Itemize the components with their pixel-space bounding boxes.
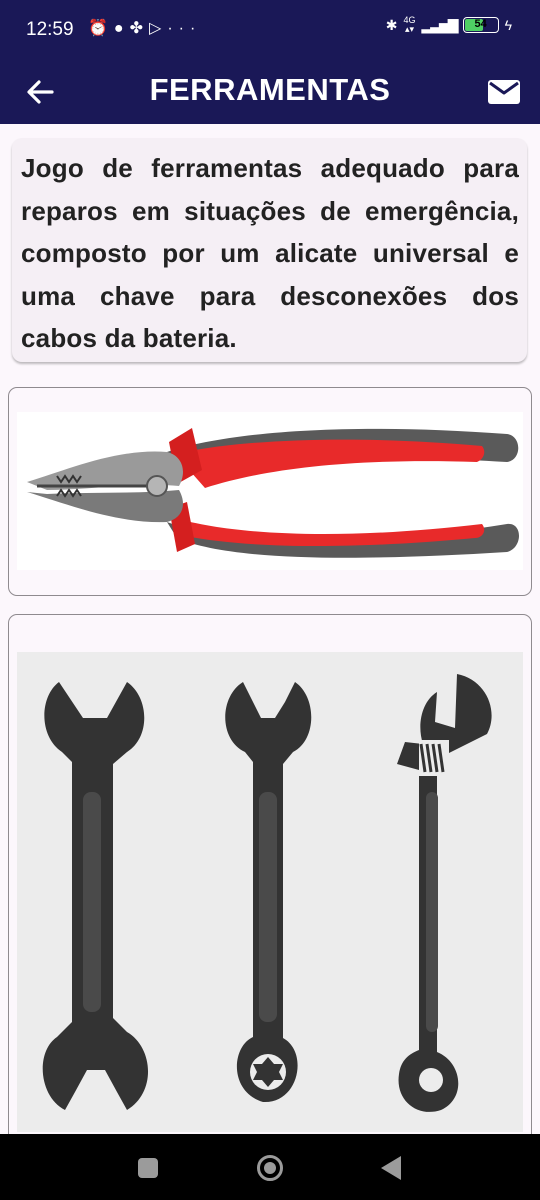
status-bar: 12:59 ⏰●✤▷··· ✱ 4G ▴▾ ▂▃▅▇ 54 ϟ — [0, 0, 540, 60]
home-button[interactable] — [257, 1155, 283, 1181]
chat-icon: ● — [113, 20, 130, 37]
wrenches-illustration — [42, 674, 492, 1112]
play-icon: ▷ — [149, 20, 168, 37]
battery-indicator: 54 — [462, 17, 499, 33]
app-bar: FERRAMENTAS — [0, 60, 540, 124]
bluetooth-icon: ✱ — [385, 16, 398, 33]
system-back-button[interactable] — [381, 1156, 401, 1180]
description-card: Jogo de ferramentas adequado para reparo… — [12, 138, 527, 362]
pliers-illustration — [27, 428, 519, 558]
combination-wrench — [225, 682, 312, 1103]
status-time: 12:59 — [26, 19, 74, 40]
mail-button[interactable] — [486, 74, 524, 110]
pliers-image — [17, 412, 523, 570]
mail-icon — [488, 80, 520, 104]
adjustable-wrench — [397, 674, 492, 1112]
image-card-pliers — [8, 387, 532, 596]
description-text: Jogo de ferramentas adequado para reparo… — [21, 153, 519, 353]
more-dots-icon: ··· — [167, 20, 202, 37]
wrenches-image — [17, 652, 523, 1132]
fan-icon: ✤ — [129, 20, 149, 37]
image-card-wrenches — [8, 614, 532, 1154]
status-notification-icons: ⏰●✤▷··· — [88, 18, 201, 38]
battery-percent: 54 — [474, 18, 487, 30]
mute-alarm-icon: ⏰ — [88, 20, 114, 37]
open-end-wrench — [42, 682, 149, 1110]
signal-icon: ▂▃▅▇ — [421, 16, 459, 33]
network-type: 4G ▴▾ — [403, 15, 416, 34]
page-title: FERRAMENTAS — [149, 72, 391, 107]
system-nav-bar — [0, 1134, 540, 1200]
charging-icon: ϟ — [504, 17, 512, 33]
status-system-icons: ✱ 4G ▴▾ ▂▃▅▇ 54 ϟ — [386, 16, 512, 34]
recents-button[interactable] — [138, 1158, 158, 1178]
